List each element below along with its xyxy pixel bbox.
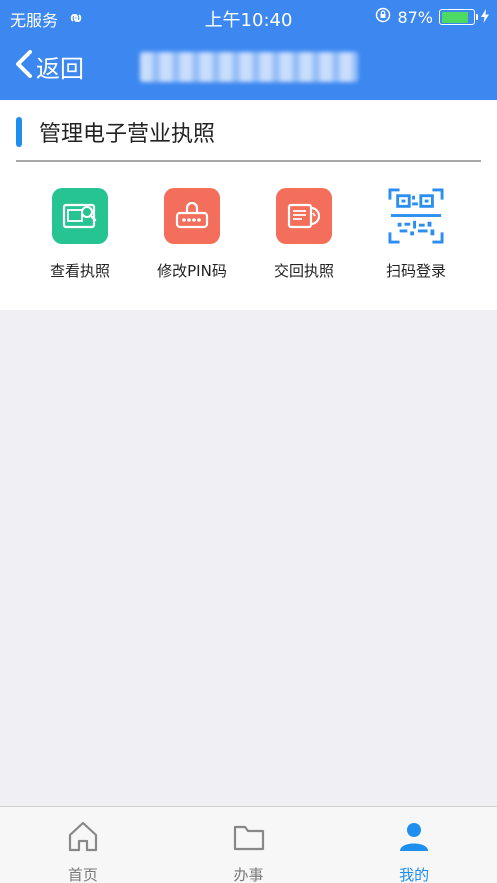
section-title: 管理电子营业执照 <box>39 122 216 147</box>
redacted-title <box>140 52 358 82</box>
return-license-icon <box>276 188 332 244</box>
scan-login-button[interactable]: 扫码登录 <box>360 188 472 281</box>
orientation-lock-icon <box>375 7 391 27</box>
user-icon <box>397 820 431 858</box>
battery-fill <box>441 11 469 23</box>
home-icon <box>66 820 100 858</box>
tab-home[interactable]: 首页 <box>0 807 166 883</box>
top-bar: 无服务 上午10:40 87% 返回 <box>0 0 497 100</box>
section-header: 管理电子营业执照 <box>16 115 215 149</box>
status-bar: 无服务 上午10:40 87% <box>0 0 497 34</box>
tab-services[interactable]: 办事 <box>166 807 332 883</box>
section-divider <box>16 160 481 162</box>
section-accent-bar <box>16 117 22 147</box>
tab-bar: 首页 办事 我的 <box>0 806 497 883</box>
folder-icon <box>232 820 266 858</box>
battery-icon <box>439 9 478 25</box>
qr-code-icon <box>388 188 444 244</box>
view-license-icon <box>52 188 108 244</box>
battery-percent: 87% <box>397 7 433 27</box>
return-license-label: 交回执照 <box>273 262 334 280</box>
charging-icon <box>481 8 489 27</box>
status-right: 87% <box>375 7 489 27</box>
pin-code-icon <box>164 188 220 244</box>
tab-home-label: 首页 <box>67 866 98 883</box>
return-license-button[interactable]: 交回执照 <box>248 188 360 281</box>
chevron-left-icon <box>14 48 34 84</box>
change-pin-button[interactable]: 修改PIN码 <box>136 188 248 281</box>
license-card: 管理电子营业执照 查看执照 修改PIN码 交回执照 扫码登录 <box>0 100 497 310</box>
back-label: 返回 <box>36 54 84 83</box>
view-license-button[interactable]: 查看执照 <box>24 188 136 281</box>
tab-services-label: 办事 <box>233 866 264 883</box>
tab-mine-label: 我的 <box>399 866 430 883</box>
action-grid: 查看执照 修改PIN码 交回执照 扫码登录 <box>0 188 497 281</box>
back-button[interactable]: 返回 <box>14 48 84 84</box>
nav-bar: 返回 <box>0 34 497 100</box>
view-license-label: 查看执照 <box>49 262 110 280</box>
tab-mine[interactable]: 我的 <box>331 807 497 883</box>
change-pin-label: 修改PIN码 <box>157 262 227 280</box>
scan-login-label: 扫码登录 <box>385 262 446 280</box>
